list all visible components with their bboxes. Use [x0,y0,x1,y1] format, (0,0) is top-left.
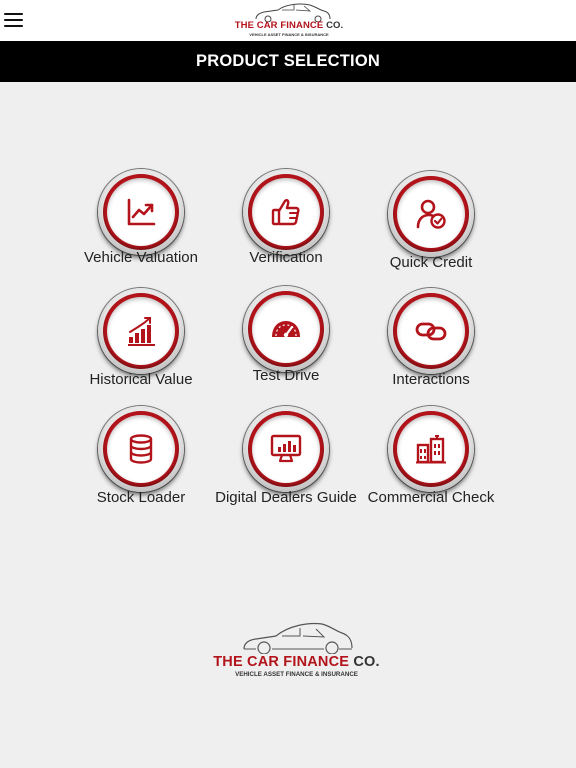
speedometer-icon [272,321,300,338]
car-outline-icon [255,3,331,22]
footer-logo-subtitle: VEHICLE ASSET FINANCE & INSURANCE [235,671,358,678]
product-label: Quick Credit [389,254,473,271]
product-label: Test Drive [252,367,320,384]
chart-up-icon [127,198,156,226]
link-icon [415,322,447,341]
top-bar: THE CAR FINANCE CO. VEHICLE ASSET FINANC… [0,0,576,41]
footer-logo-title: THE CAR FINANCE CO. [213,654,380,670]
product-label: Commercial Check [367,489,495,506]
header-logo: THE CAR FINANCE CO. VEHICLE ASSET FINANC… [234,2,344,39]
buildings-icon [416,435,446,464]
product-label: Stock Loader [96,489,186,506]
footer-logo: THE CAR FINANCE CO. VEHICLE ASSET FINANC… [204,618,389,680]
page-title: PRODUCT SELECTION [0,41,576,82]
product-label: Verification [249,249,323,266]
bar-chart-up-icon [128,317,155,346]
car-outline-icon [243,622,353,654]
thumbs-up-icon [271,199,300,226]
user-check-icon [416,199,446,229]
header-logo-title: THE CAR FINANCE CO. [234,20,344,31]
hamburger-menu-icon[interactable] [4,11,24,29]
product-label: Historical Value [89,371,193,388]
product-label: Digital Dealers Guide [215,489,357,506]
product-label: Interactions [392,371,470,388]
monitor-chart-icon [270,434,302,463]
header-logo-subtitle: VEHICLE ASSET FINANCE & INSURANCE [249,32,329,37]
database-icon [129,434,153,464]
product-label: Vehicle Valuation [84,249,198,266]
